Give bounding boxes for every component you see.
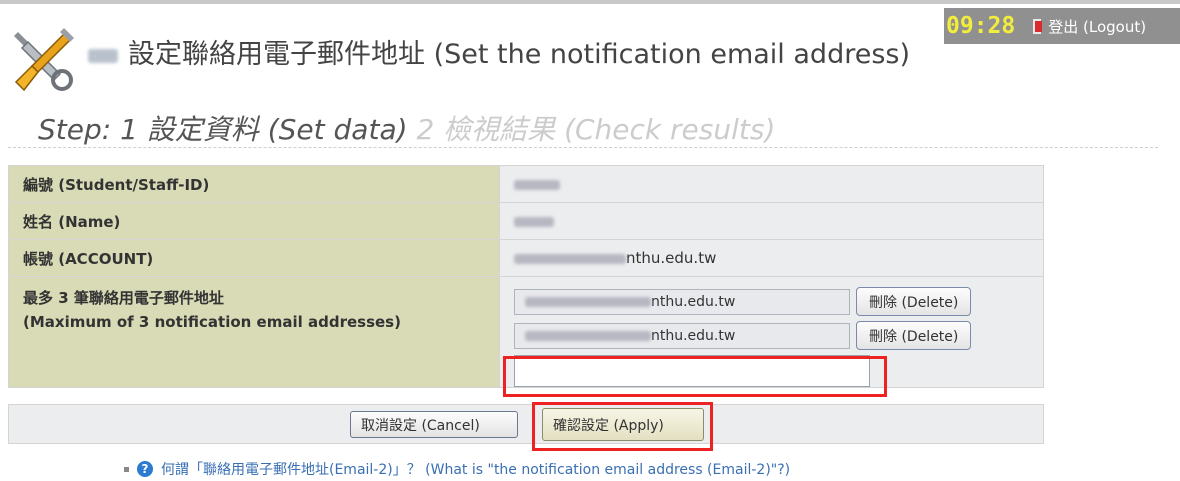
- help-icon: ?: [137, 461, 153, 477]
- delete-email-2-button[interactable]: 刪除 (Delete): [856, 321, 972, 350]
- step-1-number: 1: [120, 113, 138, 146]
- field-value: nthu.edu.tw: [499, 239, 1044, 277]
- help-link[interactable]: ? 何謂「聯絡用電子郵件地址(Email-2)」？ (What is "the …: [124, 459, 790, 479]
- email-domain: nthu.edu.tw: [651, 293, 736, 310]
- redacted-text: [88, 48, 118, 63]
- help-link-text: 何謂「聯絡用電子郵件地址(Email-2)」？ (What is "the no…: [161, 462, 791, 478]
- steps-divider: [8, 147, 1158, 148]
- session-bar: 09:28 登出 (Logout): [944, 8, 1180, 44]
- step-prefix: Step:: [38, 113, 112, 146]
- email-field-1[interactable]: nthu.edu.tw: [514, 288, 850, 315]
- field-label: 編號 (Student/Staff-ID): [8, 165, 500, 203]
- step-2-label: 檢視結果 (Check results): [443, 113, 776, 146]
- logout-link[interactable]: 登出 (Logout): [1033, 16, 1146, 37]
- email-entry: nthu.edu.tw 刪除 (Delete): [514, 287, 1029, 316]
- field-value: [499, 202, 1044, 240]
- email-entry: nthu.edu.tw 刪除 (Delete): [514, 321, 1029, 350]
- step-2-number: 2: [416, 113, 435, 146]
- step-1-label: 設定資料 (Set data): [146, 113, 408, 146]
- bullet: [124, 466, 129, 472]
- email-field-2[interactable]: nthu.edu.tw: [514, 322, 850, 349]
- step-indicator: Step: 1 設定資料 (Set data) 2 檢視結果 (Check re…: [38, 108, 775, 148]
- emails-label-line1: 最多 3 筆聯絡用電子郵件地址: [23, 289, 224, 307]
- logout-label: 登出 (Logout): [1048, 17, 1147, 36]
- redacted-text: [514, 179, 560, 190]
- form-actions-row: [8, 404, 1044, 444]
- page-title: 設定聯絡用電子郵件地址 (Set the notification email …: [88, 32, 910, 71]
- field-label: 帳號 (ACCOUNT): [8, 239, 500, 277]
- settings-form: 編號 (Student/Staff-ID) 姓名 (Name) 帳號 (ACCO…: [8, 165, 1044, 388]
- redacted-text: [514, 216, 554, 227]
- field-label: 最多 3 筆聯絡用電子郵件地址 (Maximum of 3 notificati…: [8, 276, 500, 388]
- session-clock: 09:28: [946, 13, 1016, 39]
- email-domain: nthu.edu.tw: [651, 327, 736, 344]
- highlight-apply: [532, 402, 713, 451]
- field-label: 姓名 (Name): [8, 202, 500, 240]
- logout-icon: [1033, 18, 1043, 34]
- form-row-account: 帳號 (ACCOUNT) nthu.edu.tw: [8, 239, 1044, 277]
- redacted-text: [525, 296, 651, 307]
- top-divider: [0, 0, 1180, 4]
- page-title-text: 設定聯絡用電子郵件地址 (Set the notification email …: [128, 39, 910, 70]
- tools-icon: [14, 28, 74, 92]
- form-row-id: 編號 (Student/Staff-ID): [8, 165, 1044, 203]
- delete-email-1-button[interactable]: 刪除 (Delete): [856, 287, 972, 316]
- form-row-name: 姓名 (Name): [8, 202, 1044, 240]
- field-value: [499, 165, 1044, 203]
- emails-label-line2: (Maximum of 3 notification email address…: [23, 313, 401, 331]
- redacted-text: [525, 330, 651, 341]
- cancel-button[interactable]: 取消設定 (Cancel): [350, 411, 518, 438]
- redacted-text: [514, 253, 626, 264]
- account-domain: nthu.edu.tw: [626, 249, 717, 267]
- highlight-new-email: [503, 356, 887, 397]
